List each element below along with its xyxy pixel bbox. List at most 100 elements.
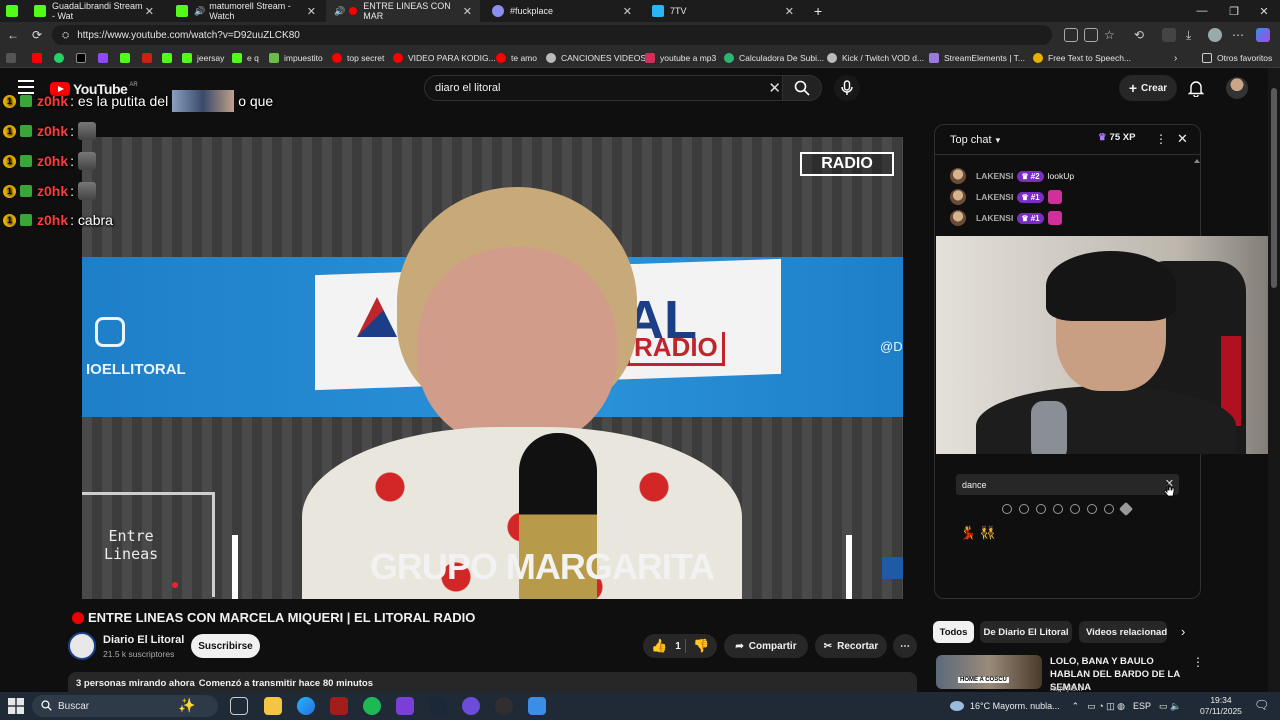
minimize-icon[interactable]: — bbox=[1186, 0, 1218, 22]
clip-button[interactable]: ✂ Recortar bbox=[815, 634, 887, 658]
chevron-right-icon[interactable]: › bbox=[1181, 624, 1185, 639]
bookmark-streamelements[interactable]: StreamElements | T... bbox=[929, 51, 1025, 65]
chat-scroll-up-icon[interactable] bbox=[1194, 159, 1200, 163]
bookmarks-overflow-icon[interactable]: › bbox=[1174, 51, 1177, 65]
recommended-thumbnail[interactable]: HOME A COSCU bbox=[936, 655, 1042, 689]
apps-icon[interactable] bbox=[1084, 28, 1098, 42]
bookmark-top-secret[interactable]: top secret bbox=[332, 51, 384, 65]
more-actions-button[interactable]: ⋯ bbox=[893, 634, 917, 658]
bookmark-youtube-mp3[interactable]: youtube a mp3 bbox=[645, 51, 716, 65]
tray-chevron-icon[interactable]: ⌃ bbox=[1072, 701, 1080, 712]
description-box[interactable]: 3 personas mirando ahora Comenzó a trans… bbox=[68, 672, 917, 694]
car-icon[interactable] bbox=[1070, 504, 1080, 514]
recommended-more-icon[interactable]: ⋮ bbox=[1192, 655, 1204, 669]
spotify-icon[interactable] bbox=[363, 697, 381, 715]
account-avatar[interactable] bbox=[1226, 77, 1248, 99]
create-button[interactable]: + Crear bbox=[1119, 75, 1177, 101]
back-icon[interactable]: ← bbox=[4, 26, 22, 44]
file-explorer-icon[interactable] bbox=[264, 697, 282, 715]
extensions-icon[interactable] bbox=[1162, 28, 1176, 42]
tab-fuckplace[interactable]: #fuckplace ✕ bbox=[484, 0, 640, 22]
notifications-icon[interactable]: 🗨 bbox=[1254, 698, 1269, 712]
filter-chip-todos[interactable]: Todos bbox=[933, 621, 974, 643]
share-button[interactable]: ➦ Compartir bbox=[724, 634, 808, 658]
search-input[interactable]: diaro el litoral ✕ bbox=[424, 75, 790, 101]
star-icon[interactable]: ☆ bbox=[1104, 28, 1118, 42]
close-tab-icon[interactable]: ✕ bbox=[623, 5, 632, 18]
new-tab-button[interactable]: + bbox=[806, 0, 828, 22]
chat-mode-dropdown[interactable]: Top chat ▾ bbox=[950, 134, 1000, 146]
kick-bookmark[interactable] bbox=[120, 51, 135, 65]
kick-icon[interactable] bbox=[6, 0, 18, 22]
close-tab-icon[interactable]: ✕ bbox=[145, 5, 154, 18]
tray-icons[interactable]: ▭ ◔ ◫ ◍ bbox=[1087, 701, 1125, 712]
weather-text[interactable]: 16°C Mayorm. nubla... bbox=[970, 701, 1060, 711]
tab-entre-lineas[interactable]: 🔊 ENTRE LINEAS CON MAR ✕ bbox=[326, 0, 480, 22]
close-tab-icon[interactable]: ✕ bbox=[785, 5, 794, 18]
profile-icon[interactable] bbox=[1208, 28, 1222, 42]
dislike-button[interactable]: 👎 bbox=[693, 638, 709, 654]
symbols-icon[interactable] bbox=[1118, 501, 1134, 517]
subscribe-button[interactable]: Suscribirse bbox=[191, 634, 260, 658]
voice-search-button[interactable] bbox=[834, 75, 860, 101]
more-menu-icon[interactable]: ⋯ bbox=[1232, 28, 1246, 42]
bookmark-te-amo[interactable]: te amo bbox=[496, 51, 537, 65]
photos-icon[interactable] bbox=[528, 697, 546, 715]
emote-category-icon[interactable] bbox=[1002, 504, 1012, 514]
steam-icon[interactable] bbox=[429, 697, 447, 715]
edge-icon[interactable] bbox=[297, 697, 315, 715]
copilot-icon[interactable] bbox=[1256, 28, 1270, 42]
chat-more-icon[interactable]: ⋮ bbox=[1155, 132, 1167, 146]
sync-icon[interactable]: ⟲ bbox=[1134, 28, 1148, 42]
youtube-bookmark[interactable] bbox=[32, 51, 47, 65]
page-scrollbar[interactable] bbox=[1268, 68, 1280, 692]
tab-guadalibrandi[interactable]: GuadaLibrandi Stream - Wat ✕ bbox=[26, 0, 162, 22]
red-bookmark[interactable] bbox=[142, 51, 157, 65]
taskbar-clock[interactable]: 19:34 07/11/2025 bbox=[1200, 695, 1242, 717]
obs-icon[interactable] bbox=[495, 697, 513, 715]
close-window-icon[interactable]: ✕ bbox=[1248, 0, 1280, 22]
close-chat-icon[interactable]: ✕ bbox=[1177, 131, 1188, 147]
tab-matumorell[interactable]: 🔊 matumorell Stream - Watch ✕ bbox=[168, 0, 324, 22]
channel-avatar[interactable] bbox=[68, 632, 96, 660]
other-bookmarks[interactable]: Otros favoritos bbox=[1202, 51, 1272, 65]
scrollbar-thumb[interactable] bbox=[1271, 88, 1277, 288]
notifications-button[interactable] bbox=[1187, 79, 1205, 102]
x-bookmark[interactable] bbox=[76, 51, 91, 65]
gear-icon[interactable] bbox=[1036, 504, 1046, 514]
close-tab-icon[interactable]: ✕ bbox=[463, 5, 472, 18]
like-button[interactable]: 👍 1 bbox=[651, 638, 681, 654]
reload-icon[interactable]: ⟳ bbox=[28, 26, 46, 44]
network-icon[interactable]: ▭ 🔈 bbox=[1159, 701, 1181, 712]
bookmark-canciones[interactable]: CANCIONES VIDEOS bbox=[546, 51, 646, 65]
downloads-icon[interactable]: ⤓ bbox=[1186, 28, 1200, 42]
discord-icon[interactable] bbox=[462, 697, 480, 715]
bookmark-icon-only[interactable] bbox=[6, 51, 21, 65]
tab-7tv[interactable]: 7TV ✕ bbox=[644, 0, 802, 22]
bookmark-calculadora[interactable]: Calculadora De Subi... bbox=[724, 51, 824, 65]
bookmark-kick-vod[interactable]: Kick / Twitch VOD d... bbox=[827, 51, 924, 65]
food-icon[interactable] bbox=[1053, 504, 1063, 514]
site-info-icon[interactable]: ⛭ bbox=[62, 30, 69, 41]
bookmark-jeersay[interactable]: jeersay bbox=[182, 51, 224, 65]
emoji-results[interactable]: 💃 👯 bbox=[960, 525, 996, 541]
channel-name[interactable]: Diario El Litoral bbox=[103, 634, 184, 646]
emote-search-input[interactable]: dance ✕ bbox=[956, 474, 1179, 495]
twitch-bookmark[interactable] bbox=[98, 51, 113, 65]
lightbulb-icon[interactable] bbox=[1104, 504, 1114, 514]
windows-start-icon[interactable] bbox=[8, 698, 24, 714]
capcut-icon[interactable] bbox=[396, 697, 414, 715]
chat-message[interactable]: LAKENSI ♛ #1 bbox=[950, 208, 1062, 228]
taskbar-search[interactable]: Buscar ✨ bbox=[32, 695, 218, 717]
address-bar[interactable]: ⛭ https://www.youtube.com/watch?v=D92uuZ… bbox=[52, 25, 1052, 45]
chat-message[interactable]: LAKENSI ♛ #2 lookUp bbox=[950, 166, 1074, 186]
filter-chip-channel[interactable]: De Diario El Litoral bbox=[980, 621, 1072, 643]
restore-icon[interactable]: ❐ bbox=[1218, 0, 1250, 22]
ball-icon[interactable] bbox=[1087, 504, 1097, 514]
kick-bookmark-2[interactable] bbox=[162, 51, 177, 65]
language-indicator[interactable]: ESP bbox=[1133, 701, 1151, 711]
app-icon[interactable] bbox=[330, 697, 348, 715]
bookmark-tts[interactable]: Free Text to Speech... bbox=[1033, 51, 1131, 65]
smiley-icon[interactable] bbox=[1019, 504, 1029, 514]
bookmark-impuestito[interactable]: impuestito bbox=[269, 51, 323, 65]
